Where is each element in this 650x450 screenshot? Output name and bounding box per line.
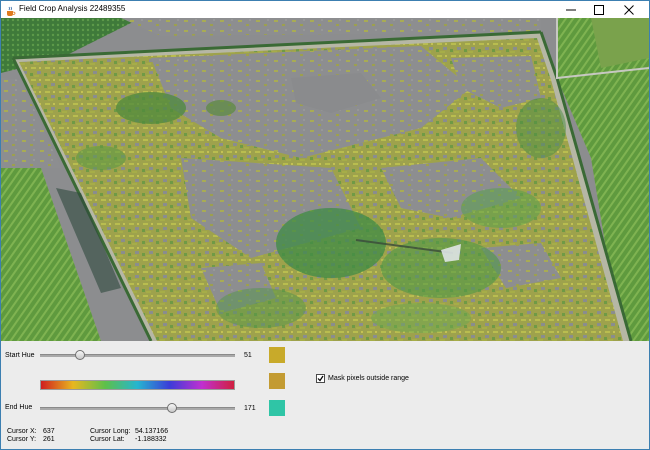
maximize-icon xyxy=(594,4,604,15)
field-image-view[interactable] xyxy=(1,18,649,341)
mask-pixels-checkbox[interactable] xyxy=(316,374,325,383)
close-button[interactable] xyxy=(615,1,643,18)
control-panel: Start Hue 51 Mask pixels outside range E… xyxy=(1,341,649,449)
minimize-icon xyxy=(566,9,576,10)
selected-hue-swatch xyxy=(269,373,285,389)
app-window: Field Crop Analysis 22489355 Start Hue 5… xyxy=(0,0,650,450)
end-hue-thumb[interactable] xyxy=(166,403,177,413)
mask-pixels-label: Mask pixels outside range xyxy=(328,375,409,382)
cursor-lat-label: Cursor Lat: xyxy=(90,436,125,443)
java-cup-icon xyxy=(5,4,16,16)
start-hue-swatch xyxy=(269,347,285,363)
end-hue-value: 171 xyxy=(244,405,256,412)
start-hue-track xyxy=(40,354,235,357)
hue-spectrum-bar xyxy=(40,380,235,390)
minimize-button[interactable] xyxy=(557,1,585,18)
end-hue-label: End Hue xyxy=(5,404,33,411)
cursor-long-label: Cursor Long: xyxy=(90,428,131,435)
start-hue-label: Start Hue xyxy=(5,352,35,359)
cursor-y-value: 261 xyxy=(43,436,55,443)
check-icon xyxy=(317,375,324,382)
start-hue-thumb[interactable] xyxy=(75,350,85,360)
aerial-field-image xyxy=(1,18,649,341)
title-bar[interactable]: Field Crop Analysis 22489355 xyxy=(1,1,649,18)
cursor-x-label: Cursor X: xyxy=(7,428,37,435)
cursor-y-label: Cursor Y: xyxy=(7,436,37,443)
end-hue-slider[interactable] xyxy=(40,403,235,413)
start-hue-slider[interactable] xyxy=(40,350,235,360)
window-title: Field Crop Analysis 22489355 xyxy=(19,4,126,13)
end-hue-swatch xyxy=(269,400,285,416)
cursor-long-value: 54.137166 xyxy=(135,428,169,435)
close-icon xyxy=(624,4,634,15)
cursor-lat-value: -1.188332 xyxy=(135,436,167,443)
start-hue-value: 51 xyxy=(244,352,252,359)
end-hue-track xyxy=(40,407,235,410)
maximize-button[interactable] xyxy=(585,1,613,18)
cursor-x-value: 637 xyxy=(43,428,55,435)
